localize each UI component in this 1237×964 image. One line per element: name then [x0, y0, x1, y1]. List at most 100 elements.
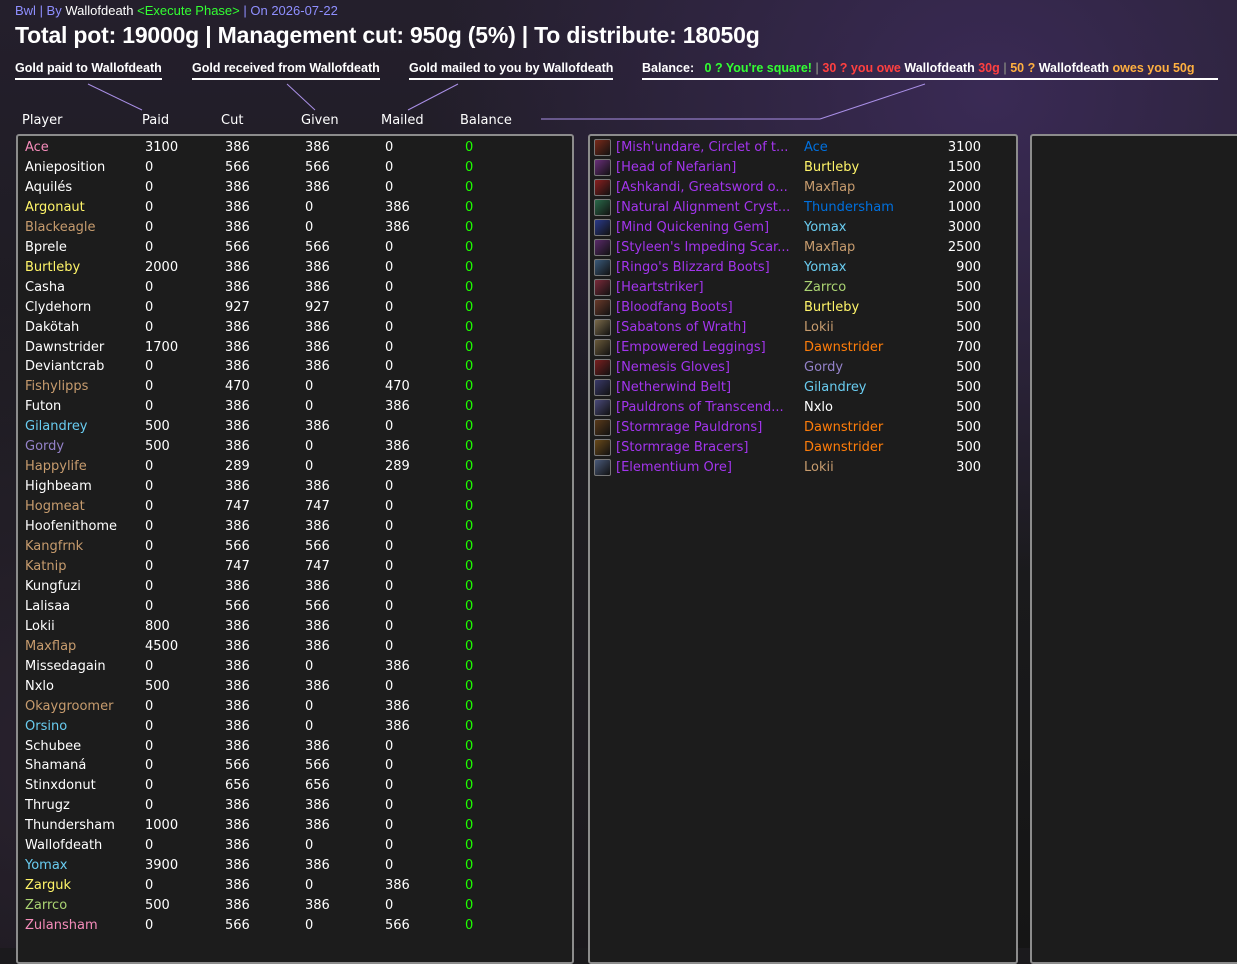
player-row[interactable]: Lalisaa 0 566 566 0 0: [18, 597, 568, 617]
player-row[interactable]: Stinxdonut 0 656 656 0 0: [18, 776, 568, 796]
player-row[interactable]: Hogmeat 0 747 747 0 0: [18, 497, 568, 517]
loot-row[interactable]: [Styleen's Impeding Scar... Maxflap 2500: [594, 238, 1014, 258]
player-row[interactable]: Clydehorn 0 927 927 0 0: [18, 298, 568, 318]
player-row[interactable]: Deviantcrab 0 386 386 0 0: [18, 357, 568, 377]
player-row[interactable]: Dakötah 0 386 386 0 0: [18, 318, 568, 338]
player-mailed: 0: [385, 299, 394, 315]
item-link[interactable]: [Nemesis Gloves]: [616, 358, 801, 378]
player-given: 386: [305, 519, 330, 535]
item-price: 300: [956, 460, 981, 475]
player-row[interactable]: Zarrco 500 386 386 0 0: [18, 896, 568, 916]
item-link[interactable]: [Ringo's Blizzard Boots]: [616, 258, 801, 278]
loot-row[interactable]: [Head of Nefarian] Burtleby 1500: [594, 158, 1014, 178]
player-row[interactable]: Zulansham 0 566 0 566 0: [18, 916, 568, 936]
player-row[interactable]: Missedagain 0 386 0 386 0: [18, 657, 568, 677]
item-link[interactable]: [Mish'undare, Circlet of t...: [616, 138, 801, 158]
column-player[interactable]: Player: [22, 113, 62, 128]
player-name: Thrugz: [25, 798, 70, 814]
item-link[interactable]: [Pauldrons of Transcend...: [616, 398, 801, 418]
item-link[interactable]: [Bloodfang Boots]: [616, 298, 801, 318]
player-mailed: 0: [385, 339, 394, 355]
loot-row[interactable]: [Netherwind Belt] Gilandrey 500: [594, 378, 1014, 398]
player-row[interactable]: Argonaut 0 386 0 386 0: [18, 198, 568, 218]
player-mailed: 0: [385, 858, 394, 874]
item-link[interactable]: [Elementium Ore]: [616, 458, 801, 478]
player-mailed: 0: [385, 778, 394, 794]
player-row[interactable]: Fishylipps 0 470 0 470 0: [18, 377, 568, 397]
item-link[interactable]: [Natural Alignment Cryst...: [616, 198, 801, 218]
column-cut[interactable]: Cut: [221, 113, 243, 128]
player-row[interactable]: Katnip 0 747 747 0 0: [18, 557, 568, 577]
player-row[interactable]: Thundersham 1000 386 386 0 0: [18, 816, 568, 836]
player-row[interactable]: Kungfuzi 0 386 386 0 0: [18, 577, 568, 597]
column-given[interactable]: Given: [301, 113, 339, 128]
item-link[interactable]: [Stormrage Bracers]: [616, 438, 801, 458]
player-row[interactable]: Wallofdeath 0 386 0 0 0: [18, 836, 568, 856]
player-row[interactable]: Futon 0 386 0 386 0: [18, 397, 568, 417]
player-row[interactable]: Nxlo 500 386 386 0 0: [18, 677, 568, 697]
loot-row[interactable]: [Nemesis Gloves] Gordy 500: [594, 358, 1014, 378]
player-row[interactable]: Gilandrey 500 386 386 0 0: [18, 417, 568, 437]
column-balance[interactable]: Balance: [460, 113, 512, 128]
player-row[interactable]: Thrugz 0 386 386 0 0: [18, 796, 568, 816]
player-name: Katnip: [25, 558, 67, 574]
player-name: Happylife: [25, 459, 87, 475]
player-row[interactable]: Burtleby 2000 386 386 0 0: [18, 258, 568, 278]
loot-row[interactable]: [Mish'undare, Circlet of t... Ace 3100: [594, 138, 1014, 158]
player-row[interactable]: Shamaná 0 566 566 0 0: [18, 756, 568, 776]
player-cut: 386: [225, 858, 250, 874]
player-given: 0: [305, 379, 314, 395]
players-panel[interactable]: Ace 3100 386 386 0 0 Anieposition 0 566 566 0 0 Aqui…: [16, 134, 574, 964]
loot-row[interactable]: [Ashkandi, Greatsword o... Maxflap 2000: [594, 178, 1014, 198]
player-row[interactable]: Gordy 500 386 0 386 0: [18, 437, 568, 457]
player-row[interactable]: Yomax 3900 386 386 0 0: [18, 856, 568, 876]
loot-row[interactable]: [Elementium Ore] Lokii 300: [594, 458, 1014, 478]
column-paid[interactable]: Paid: [142, 113, 169, 128]
loot-row[interactable]: [Natural Alignment Cryst... Thundersham 10…: [594, 198, 1014, 218]
player-row[interactable]: Schubee 0 386 386 0 0: [18, 737, 568, 757]
loot-panel[interactable]: [Mish'undare, Circlet of t... Ace 3100 [Hea…: [588, 134, 1018, 964]
player-row[interactable]: Zarguk 0 386 0 386 0: [18, 876, 568, 896]
loot-row[interactable]: [Heartstriker] Zarrco 500: [594, 278, 1014, 298]
player-row[interactable]: Okaygroomer 0 386 0 386 0: [18, 697, 568, 717]
item-link[interactable]: [Mind Quickening Gem]: [616, 218, 801, 238]
player-row[interactable]: Highbeam 0 386 386 0 0: [18, 477, 568, 497]
player-row[interactable]: Kangfrnk 0 566 566 0 0: [18, 537, 568, 557]
player-row[interactable]: Maxflap 4500 386 386 0 0: [18, 637, 568, 657]
item-link[interactable]: [Netherwind Belt]: [616, 378, 801, 398]
column-mailed[interactable]: Mailed: [381, 113, 424, 128]
player-row[interactable]: Orsino 0 386 0 386 0: [18, 717, 568, 737]
player-balance: 0: [465, 558, 474, 574]
item-link[interactable]: [Head of Nefarian]: [616, 158, 801, 178]
loot-row[interactable]: [Stormrage Pauldrons] Dawnstrider 500: [594, 418, 1014, 438]
player-row[interactable]: Bprele 0 566 566 0 0: [18, 238, 568, 258]
loot-row[interactable]: [Sabatons of Wrath] Lokii 500: [594, 318, 1014, 338]
item-link[interactable]: [Sabatons of Wrath]: [616, 318, 801, 338]
item-link[interactable]: [Ashkandi, Greatsword o...: [616, 178, 801, 198]
legend-connectors: [87, 83, 926, 120]
player-row[interactable]: Blackeagle 0 386 0 386 0: [18, 218, 568, 238]
player-row[interactable]: Dawnstrider 1700 386 386 0 0: [18, 338, 568, 358]
player-row[interactable]: Casha 0 386 386 0 0: [18, 278, 568, 298]
loot-row[interactable]: [Pauldrons of Transcend... Nxlo 500: [594, 398, 1014, 418]
item-link[interactable]: [Empowered Leggings]: [616, 338, 801, 358]
item-price: 500: [956, 400, 981, 415]
player-row[interactable]: Aquilés 0 386 386 0 0: [18, 178, 568, 198]
loot-row[interactable]: [Mind Quickening Gem] Yomax 3000: [594, 218, 1014, 238]
item-link[interactable]: [Stormrage Pauldrons]: [616, 418, 801, 438]
player-row[interactable]: Hoofenithome 0 386 386 0 0: [18, 517, 568, 537]
player-row[interactable]: Ace 3100 386 386 0 0: [18, 138, 568, 158]
player-row[interactable]: Happylife 0 289 0 289 0: [18, 457, 568, 477]
loot-row[interactable]: [Ringo's Blizzard Boots] Yomax 900: [594, 258, 1014, 278]
loot-row[interactable]: [Empowered Leggings] Dawnstrider 700: [594, 338, 1014, 358]
player-cut: 386: [225, 339, 250, 355]
item-link[interactable]: [Heartstriker]: [616, 278, 801, 298]
loot-row[interactable]: [Bloodfang Boots] Burtleby 500: [594, 298, 1014, 318]
loot-row[interactable]: [Stormrage Bracers] Dawnstrider 500: [594, 438, 1014, 458]
player-row[interactable]: Anieposition 0 566 566 0 0: [18, 158, 568, 178]
player-cut: 386: [225, 878, 250, 894]
side-panel[interactable]: [1030, 134, 1237, 964]
item-link[interactable]: [Styleen's Impeding Scar...: [616, 238, 801, 258]
item-price: 1000: [947, 200, 981, 215]
player-row[interactable]: Lokii 800 386 386 0 0: [18, 617, 568, 637]
